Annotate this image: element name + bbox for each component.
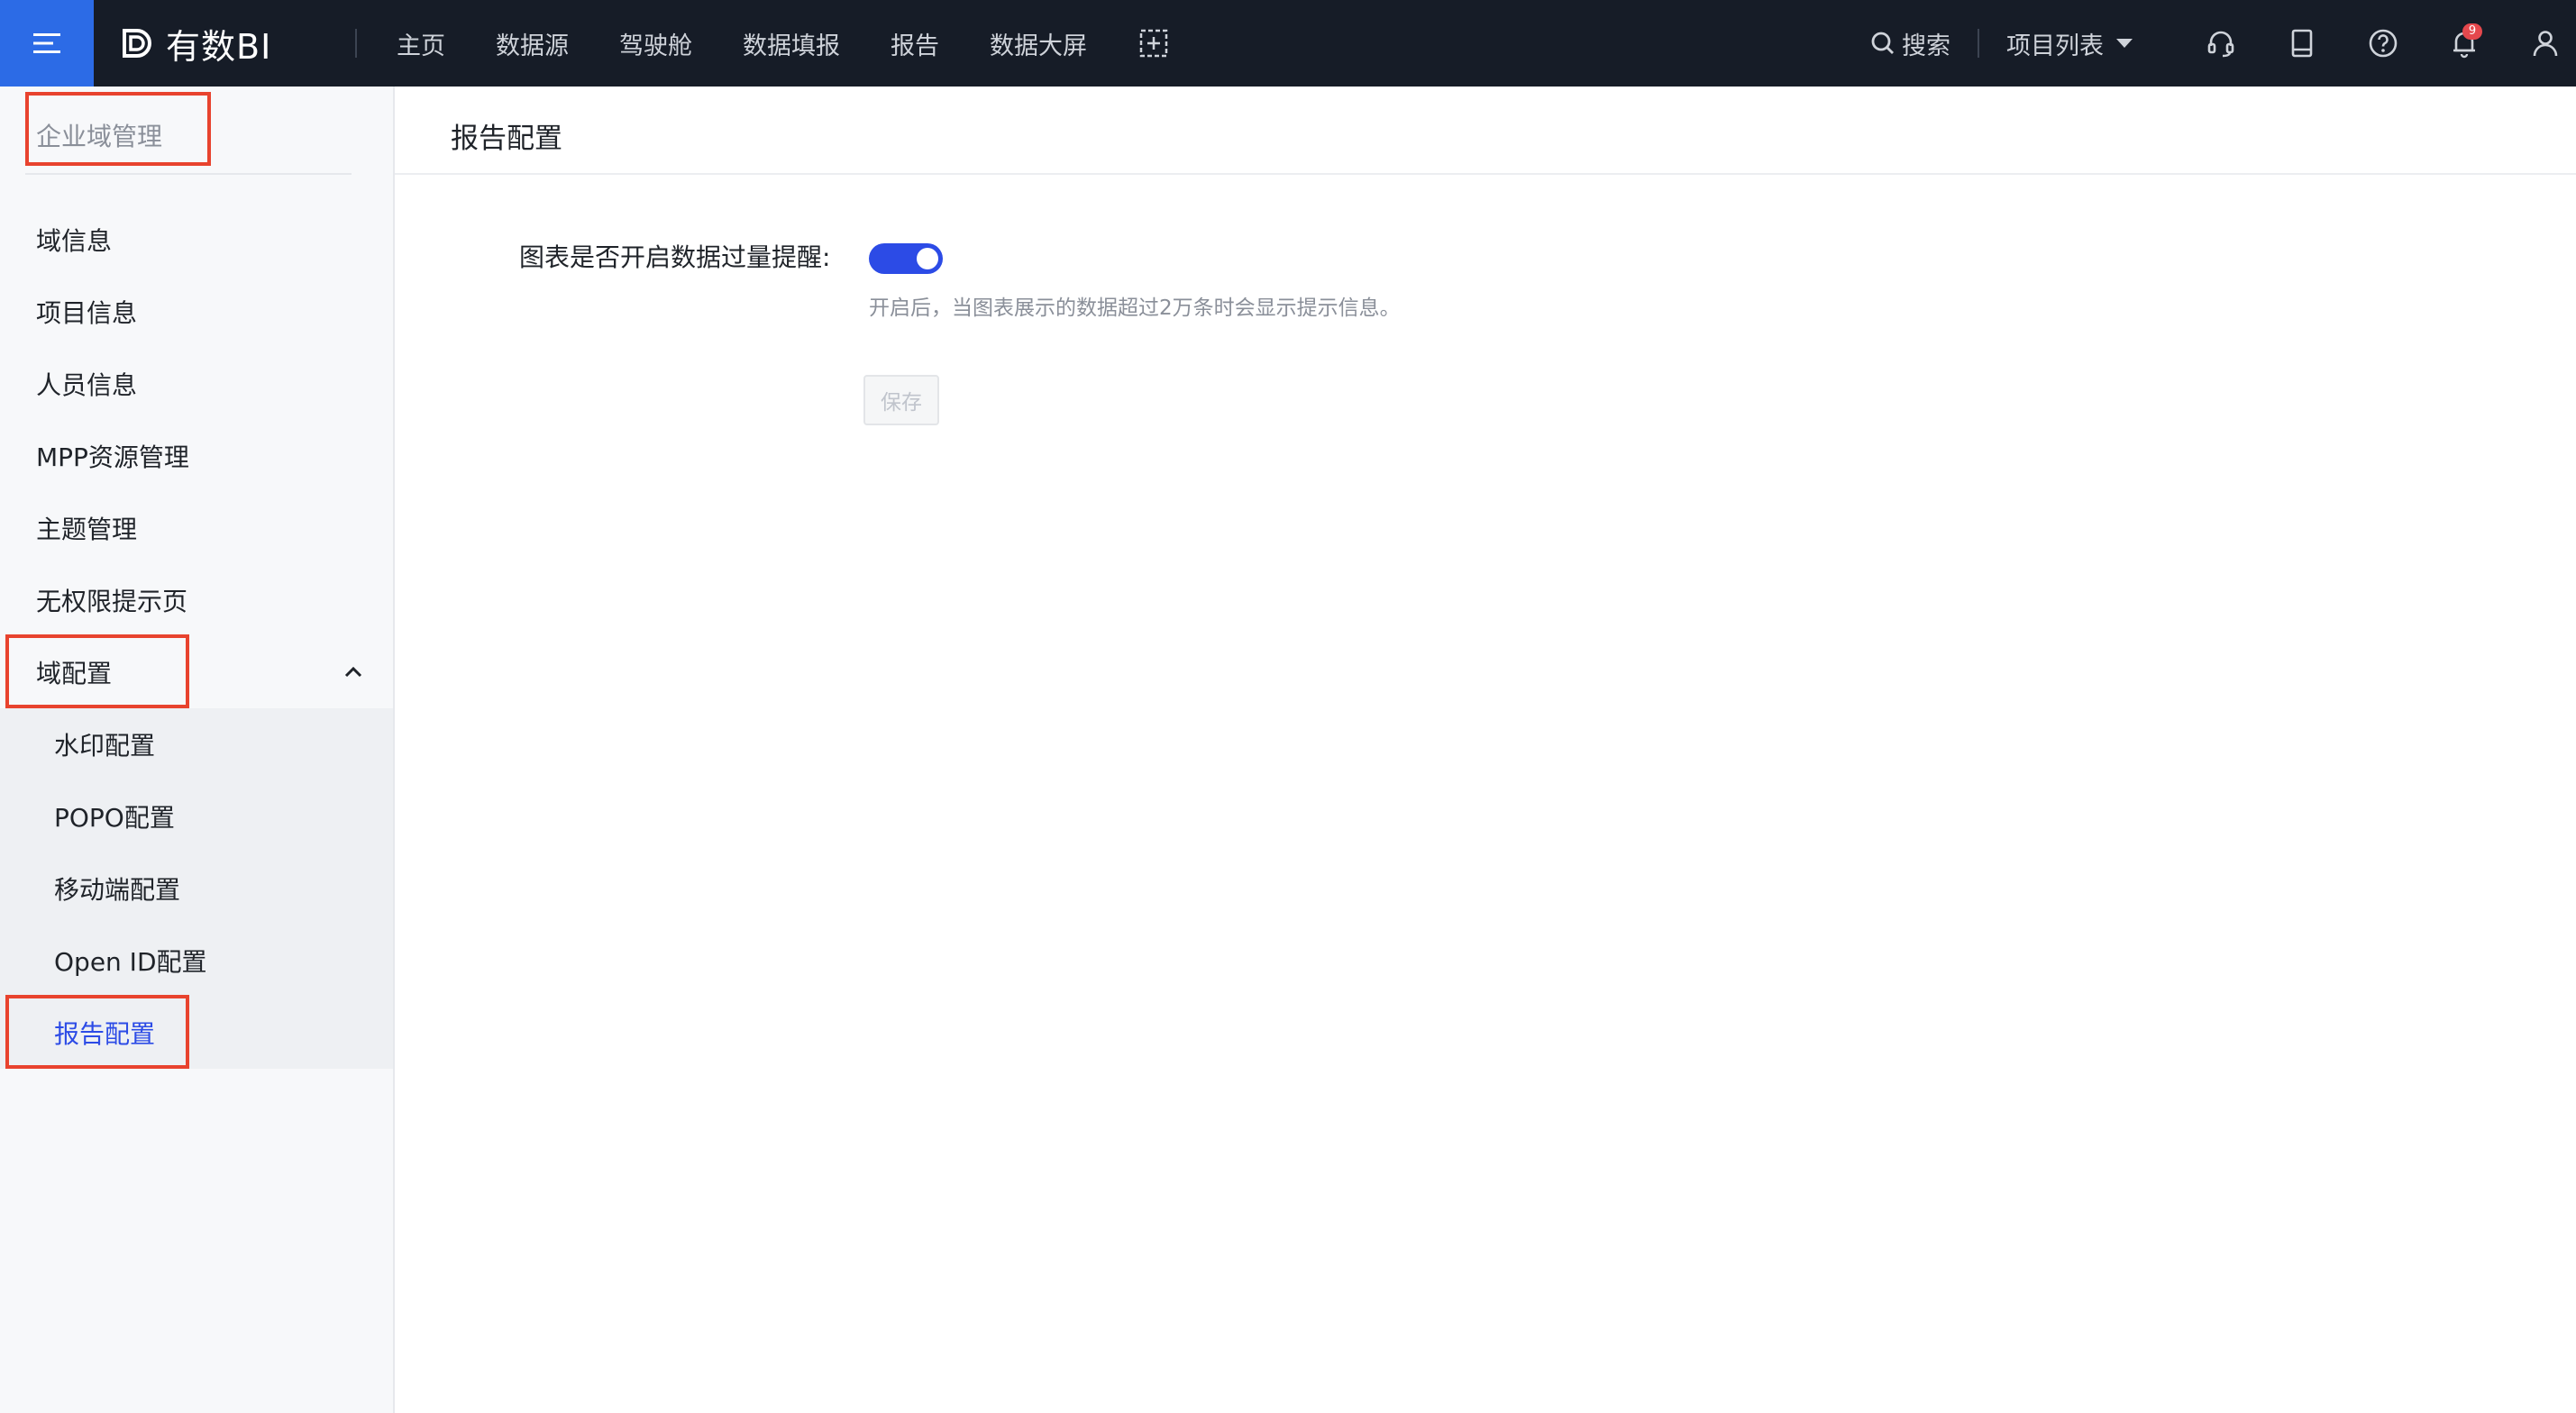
logo-icon — [123, 29, 151, 58]
mobile-preview-button[interactable] — [2280, 22, 2324, 65]
menu-icon — [33, 33, 60, 53]
top-divider-right — [1978, 29, 1979, 58]
top-bar: 有数BI 主页 数据源 驾驶舱 数据填报 报告 数据大屏 搜索 项目列表 9 — [0, 0, 2576, 87]
chevron-up-icon — [344, 666, 362, 678]
overload-alert-hint: 开启后，当图表展示的数据超过2万条时会显示提示信息。 — [869, 296, 1401, 320]
project-list-dropdown[interactable]: 项目列表 — [2006, 26, 2133, 61]
sidebar-divider — [25, 173, 352, 175]
sidebar-item-project-info[interactable]: 项目信息 — [0, 276, 393, 348]
nav-item-big-screen[interactable]: 数据大屏 — [990, 26, 1087, 61]
save-button[interactable]: 保存 — [863, 375, 939, 425]
sidebar: 企业域管理 域信息 项目信息 人员信息 MPP资源管理 主题管理 无权限提示页 … — [0, 87, 395, 1413]
sidebar-item-theme[interactable]: 主题管理 — [0, 492, 393, 564]
sidebar-item-popo[interactable]: POPO配置 — [0, 780, 393, 852]
notification-badge: 9 — [2462, 23, 2482, 40]
project-list-label: 项目列表 — [2006, 32, 2104, 60]
sidebar-item-mpp-resources[interactable]: MPP资源管理 — [0, 420, 393, 492]
top-right-tools: 搜索 项目列表 9 — [1869, 0, 2576, 87]
top-divider — [355, 29, 357, 58]
nav-item-cockpit[interactable]: 驾驶舱 — [619, 26, 692, 61]
logo-text: 有数BI — [166, 26, 272, 67]
headset-icon — [2207, 31, 2234, 58]
main-content: 报告配置 图表是否开启数据过量提醒: 开启后，当图表展示的数据超过2万条时会显示… — [395, 87, 2576, 1413]
sidebar-item-open-id[interactable]: Open ID配置 — [0, 925, 393, 997]
help-button[interactable] — [2361, 22, 2405, 65]
sidebar-group-domain-config[interactable]: 域配置 — [0, 636, 393, 708]
nav-item-datasource[interactable]: 数据源 — [496, 26, 569, 61]
notifications-button[interactable]: 9 — [2443, 22, 2486, 65]
tablet-icon — [2291, 29, 2313, 58]
nav-item-report[interactable]: 报告 — [891, 26, 939, 61]
search-icon — [1871, 32, 1894, 54]
sidebar-group-label: 域配置 — [36, 659, 113, 688]
caret-down-icon — [2116, 39, 2133, 48]
overload-alert-label: 图表是否开启数据过量提醒: — [519, 242, 831, 272]
main-nav: 主页 数据源 驾驶舱 数据填报 报告 数据大屏 — [397, 0, 1170, 87]
sidebar-header: 企业域管理 — [36, 122, 163, 151]
overload-alert-toggle[interactable] — [869, 243, 943, 274]
toggle-knob — [917, 248, 938, 269]
title-divider — [395, 173, 2576, 175]
search-button[interactable]: 搜索 — [1869, 26, 1950, 61]
sidebar-item-report-config[interactable]: 报告配置 — [0, 997, 393, 1069]
sidebar-item-watermark[interactable]: 水印配置 — [0, 708, 393, 780]
add-frame-icon — [1139, 29, 1168, 58]
logo[interactable]: 有数BI — [117, 0, 271, 87]
user-menu-button[interactable] — [2524, 22, 2567, 65]
help-icon — [2369, 29, 2398, 58]
add-frame-button[interactable] — [1137, 27, 1170, 59]
support-button[interactable] — [2199, 22, 2243, 65]
sidebar-item-mobile[interactable]: 移动端配置 — [0, 852, 393, 925]
search-label: 搜索 — [1902, 32, 1950, 60]
menu-button[interactable] — [0, 0, 94, 87]
sidebar-item-no-permission-page[interactable]: 无权限提示页 — [0, 564, 393, 636]
user-icon — [2533, 31, 2558, 57]
nav-item-data-fill[interactable]: 数据填报 — [743, 26, 840, 61]
nav-item-home[interactable]: 主页 — [397, 26, 445, 61]
sidebar-item-domain-info[interactable]: 域信息 — [0, 204, 393, 276]
page-title: 报告配置 — [451, 123, 562, 155]
sidebar-item-member-info[interactable]: 人员信息 — [0, 348, 393, 420]
